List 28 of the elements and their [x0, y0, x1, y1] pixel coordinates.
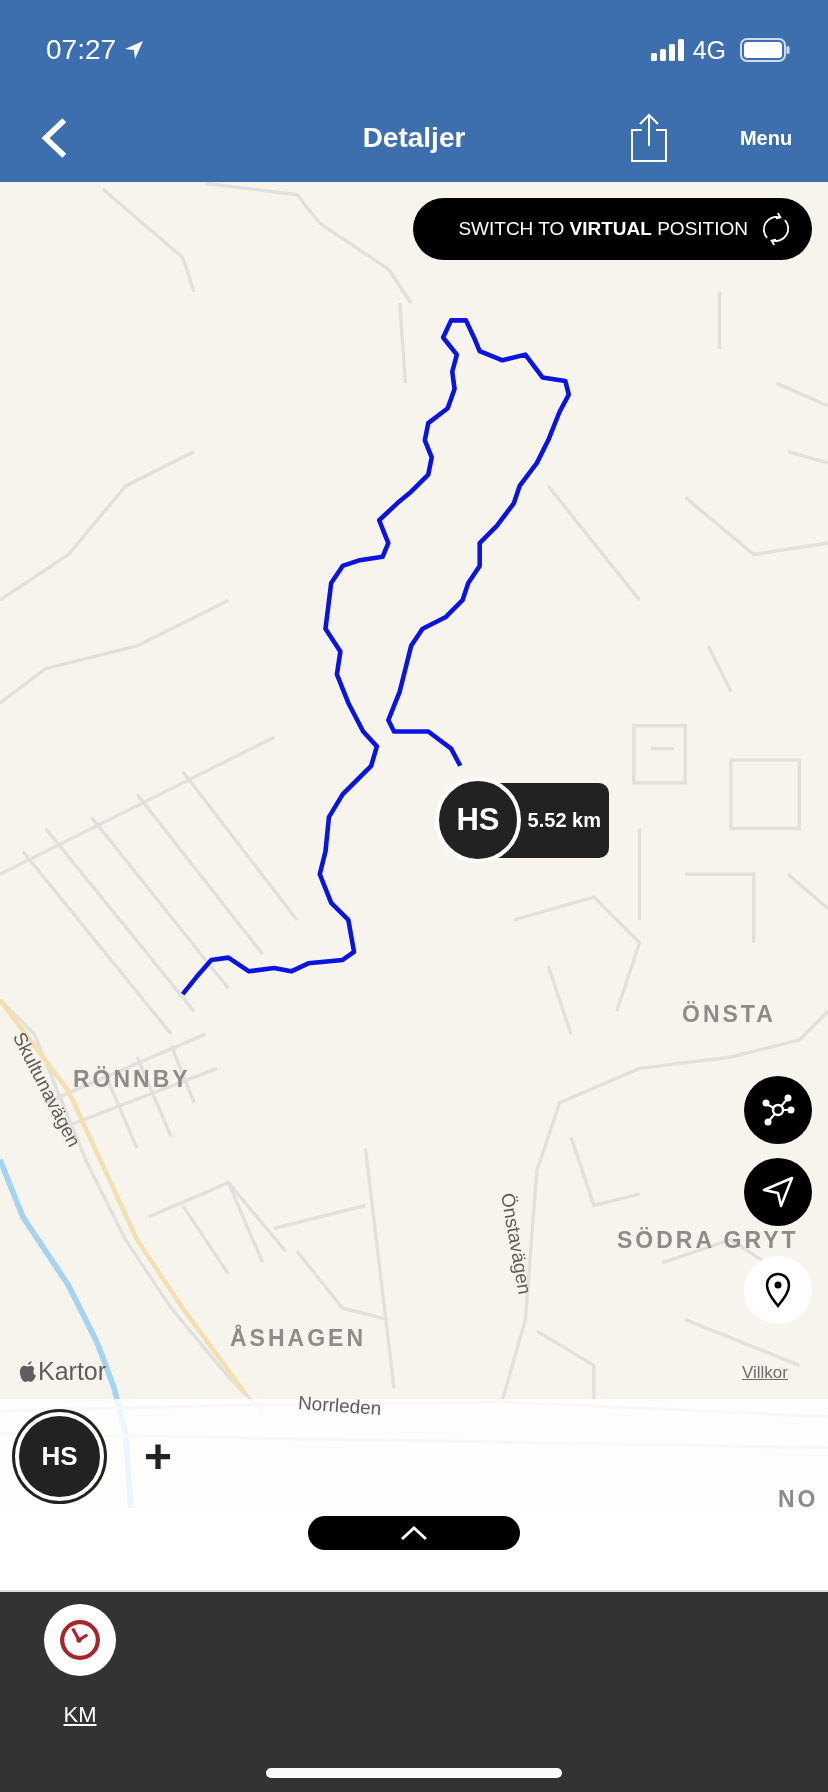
participant-avatar[interactable]: HS: [15, 1412, 104, 1501]
signal-bars-icon: [650, 39, 685, 61]
unit-link[interactable]: KM: [63, 1702, 97, 1728]
chevron-up-icon: [399, 1525, 429, 1541]
switch-virtual-position-button[interactable]: SWITCH TO VIRTUAL POSITION: [413, 198, 812, 260]
network-label: 4G: [692, 35, 726, 65]
page-title: Detaljer: [362, 122, 466, 154]
road-label: Önstavägen: [498, 1191, 535, 1296]
road-label: Norrleden: [297, 1393, 382, 1418]
share-icon: [630, 113, 668, 163]
sync-icon: [760, 211, 792, 247]
apple-logo-icon: [19, 1360, 37, 1383]
chevron-left-icon: [40, 117, 68, 159]
place-label: ÖNSTA: [682, 1003, 776, 1026]
place-label: NO: [778, 1488, 819, 1508]
terms-link[interactable]: Villkor: [742, 1363, 788, 1383]
clock-icon: [59, 1619, 101, 1661]
place-label: SÖDRA GRYT: [617, 1229, 799, 1252]
user-marker: HS: [435, 777, 521, 863]
add-participant-button[interactable]: +: [144, 1432, 173, 1481]
battery-icon: [740, 38, 790, 62]
share-button[interactable]: [630, 113, 668, 163]
expand-handle-button[interactable]: [308, 1516, 520, 1550]
status-time: 07:27: [46, 34, 117, 66]
menu-button[interactable]: Menu: [718, 126, 814, 150]
back-button[interactable]: [40, 117, 68, 159]
map-brand-label: Kartor: [38, 1357, 107, 1386]
location-arrow-icon: [124, 40, 145, 60]
